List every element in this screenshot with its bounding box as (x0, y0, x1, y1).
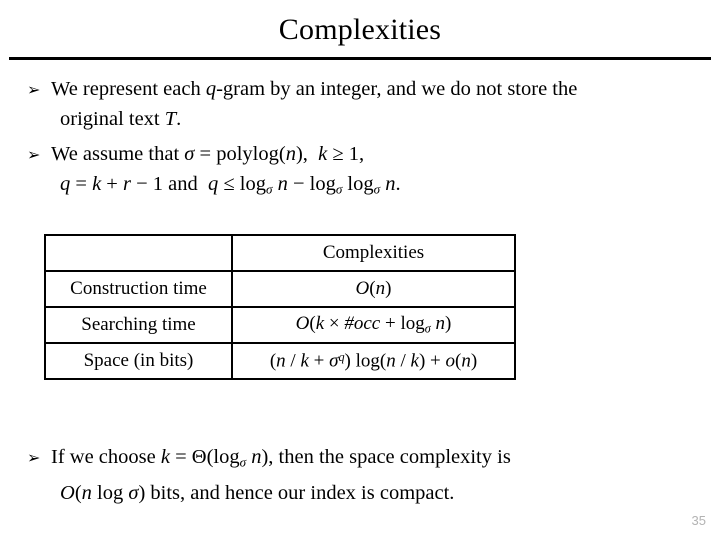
table-row: Construction time O(n) (44, 270, 516, 308)
page-number: 35 (691, 513, 706, 528)
bullet-3-line-1: If we choose k = Θ(logσ n), then the spa… (51, 446, 511, 470)
table-header-row: Complexities (44, 234, 516, 272)
row-value-searching-time: O(k × #occ + logσ n) (231, 306, 516, 344)
bullet-marker-icon: ➢ (27, 80, 41, 99)
page-title: Complexities (278, 13, 442, 46)
row-label-searching-time: Searching time (44, 306, 233, 344)
title-divider (9, 57, 711, 60)
row-label-construction-time: Construction time (44, 270, 233, 308)
bullet-2-line-2: q = k + r − 1 and q ≤ logσ n − logσ logσ… (60, 173, 401, 197)
table-row: Searching time O(k × #occ + logσ n) (44, 306, 516, 344)
bullet-marker-icon: ➢ (27, 145, 41, 164)
slide-body: ➢ We represent each q-gram by an integer… (27, 74, 693, 205)
bullet-3-line-2: O(n log σ) bits, and hence our index is … (60, 481, 455, 504)
bullet-item-2: ➢ We assume that σ = polylog(n), k ≥ 1, … (27, 139, 693, 205)
table-row: Space (in bits) (n / k + σq) log(n / k) … (44, 342, 516, 380)
bullet-1-line-2: original text T. (60, 108, 182, 130)
bullet-1-line-1: We represent each q-gram by an integer, … (51, 78, 578, 100)
bullet-2-line-1: We assume that σ = polylog(n), k ≥ 1, (51, 143, 365, 165)
bullet-marker-icon: ➢ (27, 448, 41, 467)
bullet-item-1: ➢ We represent each q-gram by an integer… (27, 74, 693, 134)
bullet-item-3: ➢ If we choose k = Θ(logσ n), then the s… (27, 442, 717, 508)
row-label-space-in-bits: Space (in bits) (44, 342, 233, 380)
complexity-table: Complexities Construction time O(n) Sear… (44, 234, 516, 380)
row-value-construction-time: O(n) (231, 270, 516, 308)
table-header-complexities: Complexities (231, 234, 516, 272)
row-value-space-in-bits: (n / k + σq) log(n / k) + o(n) (231, 342, 516, 380)
table-header-empty (44, 234, 233, 272)
